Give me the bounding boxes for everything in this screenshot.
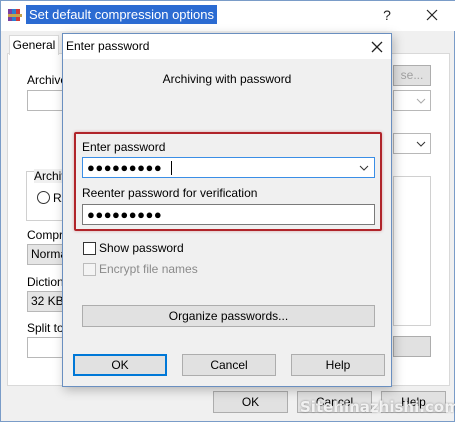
reenter-password-input[interactable]: ●●●●●●●●●	[82, 204, 375, 225]
password-value: ●●●●●●●●●	[87, 160, 163, 175]
rar-radio[interactable]	[37, 191, 50, 204]
show-password-checkbox[interactable]	[83, 242, 96, 255]
encrypt-file-names-checkbox[interactable]	[83, 263, 96, 276]
reenter-password-value: ●●●●●●●●●	[87, 207, 163, 222]
background-button[interactable]	[393, 336, 431, 357]
chevron-down-icon	[416, 141, 426, 147]
archive-format-label: Archive	[34, 169, 62, 183]
text-caret	[171, 161, 172, 175]
close-icon[interactable]	[367, 37, 387, 57]
tab-general[interactable]: General	[9, 35, 59, 55]
watermark-text: Sitehinazhishi.com	[300, 398, 455, 416]
archiving-options-list	[393, 176, 431, 326]
split-volumes-label: Split to	[27, 321, 63, 335]
encrypt-file-names-label[interactable]: Encrypt file names	[99, 262, 198, 276]
chevron-down-icon[interactable]	[359, 165, 369, 171]
reenter-password-label: Reenter password for verification	[82, 186, 258, 200]
ok-button[interactable]: OK	[73, 354, 167, 376]
background-window-title: Set default compression options	[26, 5, 217, 24]
background-titlebar: Set default compression options ?	[1, 1, 455, 31]
dictionary-size-dropdown[interactable]: 32 KB	[27, 291, 65, 312]
dialog-titlebar: Enter password	[63, 34, 391, 59]
dialog-title: Enter password	[66, 39, 150, 53]
help-button[interactable]: Help	[291, 354, 385, 376]
update-mode-dropdown[interactable]	[393, 90, 431, 111]
archive-name-label: Archive	[27, 73, 63, 87]
dictionary-size-label: Dictiona	[27, 275, 63, 289]
background-help-button[interactable]: ?	[379, 6, 395, 24]
close-icon[interactable]	[420, 5, 444, 25]
winrar-books-icon	[7, 7, 23, 23]
compression-method-label: Compre	[27, 228, 63, 242]
cancel-button[interactable]: Cancel	[182, 354, 276, 376]
dialog-header: Archiving with password	[162, 72, 292, 86]
background-ok-button[interactable]: OK	[213, 391, 288, 413]
chevron-down-icon	[416, 98, 426, 104]
compression-method-dropdown[interactable]: Norma	[27, 244, 65, 265]
profile-dropdown[interactable]	[393, 133, 431, 154]
enter-password-dialog: Enter password Archiving with password E…	[62, 33, 392, 387]
enter-password-label: Enter password	[82, 140, 166, 154]
split-volumes-input[interactable]	[27, 337, 65, 358]
show-password-label[interactable]: Show password	[99, 241, 184, 255]
browse-button[interactable]: se...	[393, 65, 431, 86]
password-input[interactable]: ●●●●●●●●●	[82, 157, 375, 178]
organize-passwords-button[interactable]: Organize passwords...	[82, 305, 375, 327]
archive-name-input[interactable]	[27, 90, 65, 111]
